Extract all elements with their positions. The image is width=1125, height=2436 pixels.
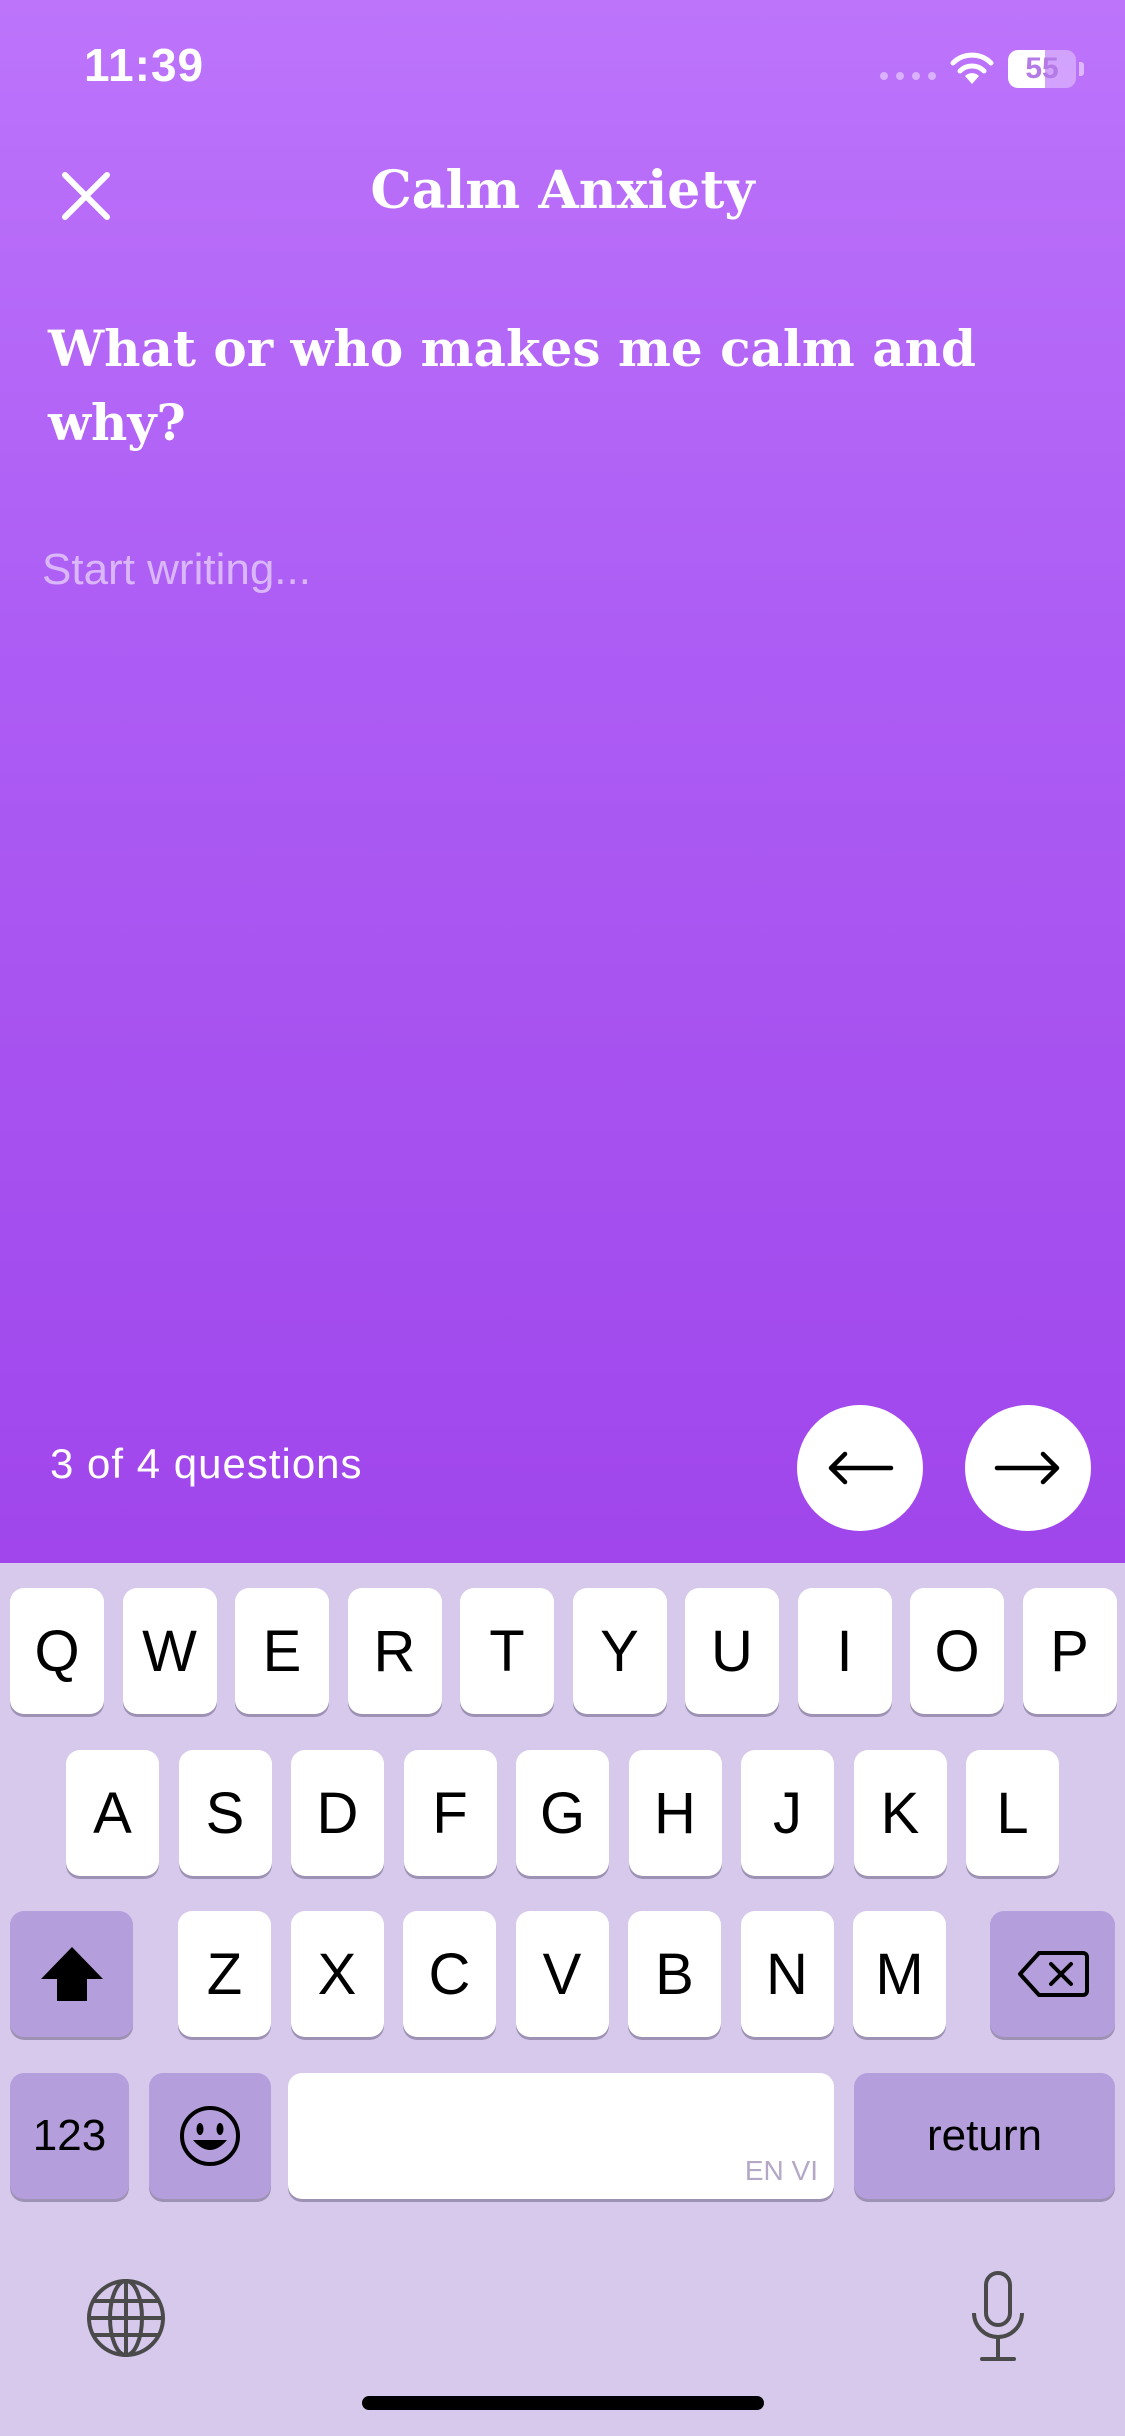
key-x[interactable]: X — [290, 1911, 384, 2037]
delete-key[interactable] — [990, 1911, 1115, 2037]
key-i[interactable]: I — [797, 1588, 892, 1714]
key-a[interactable]: A — [66, 1750, 159, 1876]
battery-cap — [1079, 62, 1084, 76]
home-indicator — [362, 2396, 764, 2410]
emoji-key[interactable] — [149, 2073, 271, 2199]
emoji-icon — [180, 2106, 240, 2166]
key-g[interactable]: G — [516, 1750, 609, 1876]
key-y[interactable]: Y — [572, 1588, 667, 1714]
key-f[interactable]: F — [403, 1750, 497, 1876]
key-r[interactable]: R — [347, 1588, 442, 1714]
key-p[interactable]: P — [1022, 1588, 1117, 1714]
key-c[interactable]: C — [403, 1911, 496, 2037]
key-v[interactable]: V — [515, 1911, 609, 2037]
space-bar[interactable]: EN VI — [288, 2073, 834, 2199]
journal-panel: 11:39 55 Calm Anxiety What or who makes … — [0, 0, 1125, 1563]
arrow-left-icon — [828, 1451, 894, 1485]
shift-icon — [40, 1947, 103, 2001]
key-b[interactable]: B — [628, 1911, 721, 2037]
backspace-icon — [1017, 1951, 1089, 1997]
key-z[interactable]: Z — [178, 1911, 271, 2037]
keyboard: QWERTYUIOP ASDFGHJKL ZXCVBNM 123 EN VI r… — [0, 1563, 1125, 2436]
answer-input[interactable] — [42, 545, 1082, 1305]
key-t[interactable]: T — [460, 1588, 554, 1714]
globe-icon[interactable] — [85, 2277, 167, 2359]
key-n[interactable]: N — [740, 1911, 834, 2037]
key-u[interactable]: U — [685, 1588, 779, 1714]
status-time: 11:39 — [84, 39, 205, 91]
question-text: What or who makes me calm and why? — [48, 319, 976, 452]
battery-icon: 55 — [1008, 50, 1076, 88]
key-m[interactable]: M — [853, 1911, 946, 2037]
key-d[interactable]: D — [291, 1750, 384, 1876]
next-question-button[interactable] — [965, 1405, 1091, 1531]
arrow-right-icon — [994, 1451, 1060, 1485]
key-h[interactable]: H — [628, 1750, 722, 1876]
space-language-label: EN VI — [744, 2155, 818, 2186]
key-q[interactable]: Q — [10, 1588, 104, 1714]
key-s[interactable]: S — [178, 1750, 272, 1876]
shift-key[interactable] — [10, 1911, 133, 2037]
cellular-signal-icon — [880, 72, 936, 80]
question-progress: 3 of 4 questions — [50, 1440, 363, 1487]
key-w[interactable]: W — [122, 1588, 217, 1714]
key-o[interactable]: O — [910, 1588, 1004, 1714]
key-l[interactable]: L — [966, 1750, 1059, 1876]
key-k[interactable]: K — [853, 1750, 947, 1876]
microphone-icon[interactable] — [968, 2269, 1028, 2365]
previous-question-button[interactable] — [797, 1405, 923, 1531]
numbers-key[interactable]: 123 — [10, 2073, 129, 2199]
key-e[interactable]: E — [235, 1588, 329, 1714]
key-j[interactable]: J — [741, 1750, 834, 1876]
battery-level: 55 — [1025, 52, 1059, 85]
page-title: Calm Anxiety — [370, 160, 755, 221]
wifi-icon — [950, 52, 994, 84]
journal-screen: 11:39 55 Calm Anxiety What or who makes … — [0, 0, 1125, 2436]
return-key[interactable]: return — [854, 2073, 1115, 2199]
